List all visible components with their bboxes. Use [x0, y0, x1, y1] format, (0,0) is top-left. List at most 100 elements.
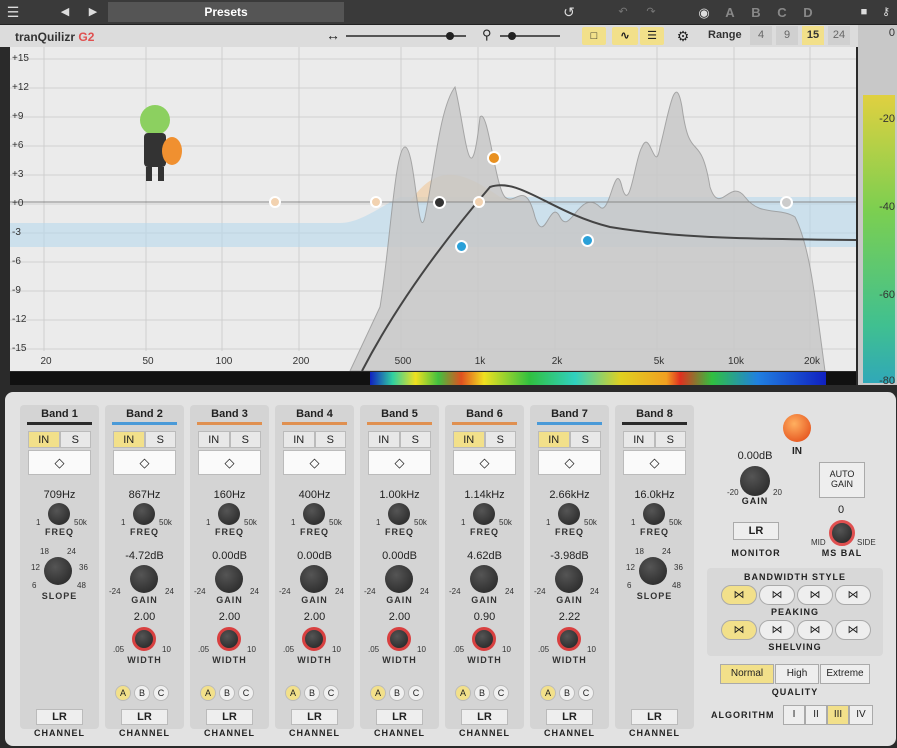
power-in-button[interactable]	[783, 414, 811, 442]
horizontal-zoom-slider[interactable]	[346, 32, 466, 40]
peaking-style-1[interactable]: ⋈	[721, 585, 757, 605]
range-9[interactable]: 9	[776, 26, 798, 45]
band8-node[interactable]	[780, 196, 793, 209]
band-in-button[interactable]: IN	[283, 431, 315, 448]
band1-node[interactable]	[433, 196, 446, 209]
band-in-button[interactable]: IN	[113, 431, 145, 448]
filter-type-selector[interactable]: ◇	[198, 450, 261, 475]
channel-button[interactable]: LR	[121, 709, 168, 725]
band-in-button[interactable]: IN	[28, 431, 60, 448]
prev-preset-icon[interactable]: ◀	[58, 0, 72, 25]
quality-normal[interactable]: Normal	[720, 664, 774, 684]
width-knob[interactable]	[302, 627, 326, 651]
filter-type-selector[interactable]: ◇	[28, 450, 91, 475]
band-in-button[interactable]: IN	[538, 431, 570, 448]
width-knob[interactable]	[472, 627, 496, 651]
filter-type-selector[interactable]: ◇	[538, 450, 601, 475]
freq-knob[interactable]	[473, 503, 495, 525]
algorithm-iii[interactable]: III	[827, 705, 849, 725]
band-in-button[interactable]: IN	[453, 431, 485, 448]
filter-type-selector[interactable]: ◇	[283, 450, 346, 475]
slope-knob[interactable]	[44, 557, 72, 585]
abc-b[interactable]: B	[559, 685, 575, 701]
gain-knob[interactable]	[385, 565, 413, 593]
freq-knob[interactable]	[218, 503, 240, 525]
channel-button[interactable]: LR	[461, 709, 508, 725]
snapshot-a[interactable]: A	[722, 0, 738, 25]
abc-c[interactable]: C	[153, 685, 169, 701]
band-solo-button[interactable]: S	[314, 431, 346, 448]
filter-type-selector[interactable]: ◇	[368, 450, 431, 475]
width-knob[interactable]	[387, 627, 411, 651]
quality-extreme[interactable]: Extreme	[820, 664, 870, 684]
eq-graph[interactable]: +15 +12 +9 +6 +3 +0 -3 -6 -9 -12 -15 20 50 100 200 500…	[10, 47, 856, 371]
freq-knob[interactable]	[133, 503, 155, 525]
snapshot-d[interactable]: D	[800, 0, 816, 25]
abc-a[interactable]: A	[540, 685, 556, 701]
band2-node[interactable]	[455, 240, 468, 253]
shelving-style-4[interactable]: ⋈	[835, 620, 871, 640]
redo-icon[interactable]: ↷	[642, 0, 660, 25]
algorithm-iv[interactable]: IV	[849, 705, 873, 725]
freq-knob[interactable]	[303, 503, 325, 525]
channel-button[interactable]: LR	[546, 709, 593, 725]
next-preset-icon[interactable]: ▶	[86, 0, 100, 25]
shelving-style-1[interactable]: ⋈	[721, 620, 757, 640]
band-solo-button[interactable]: S	[59, 431, 91, 448]
spectrum-icon[interactable]: ∿	[612, 27, 638, 45]
peaking-style-3[interactable]: ⋈	[797, 585, 833, 605]
band-in-button[interactable]: IN	[623, 431, 655, 448]
width-knob[interactable]	[557, 627, 581, 651]
vertical-zoom-slider[interactable]	[500, 32, 560, 40]
reset-icon[interactable]: ↺	[560, 0, 578, 25]
band-solo-button[interactable]: S	[654, 431, 686, 448]
range-24[interactable]: 24	[828, 26, 850, 45]
channel-button[interactable]: LR	[376, 709, 423, 725]
width-knob[interactable]	[217, 627, 241, 651]
algorithm-i[interactable]: I	[783, 705, 805, 725]
band-solo-button[interactable]: S	[569, 431, 601, 448]
filter-type-selector[interactable]: ◇	[113, 450, 176, 475]
abc-c[interactable]: C	[493, 685, 509, 701]
freq-knob[interactable]	[388, 503, 410, 525]
abc-b[interactable]: B	[474, 685, 490, 701]
abc-b[interactable]: B	[134, 685, 150, 701]
band-solo-button[interactable]: S	[484, 431, 516, 448]
abc-c[interactable]: C	[578, 685, 594, 701]
gain-knob[interactable]	[555, 565, 583, 593]
channel-button[interactable]: LR	[206, 709, 253, 725]
bars-icon[interactable]: ☰	[640, 27, 664, 45]
snapshot-b[interactable]: B	[748, 0, 764, 25]
channel-button[interactable]: LR	[631, 709, 678, 725]
abc-b[interactable]: B	[389, 685, 405, 701]
abc-a[interactable]: A	[370, 685, 386, 701]
shelving-style-3[interactable]: ⋈	[797, 620, 833, 640]
ms-balance-knob[interactable]	[829, 520, 855, 546]
freq-knob[interactable]	[48, 503, 70, 525]
speech-bubble-icon[interactable]: □	[582, 27, 606, 45]
slope-knob[interactable]	[639, 557, 667, 585]
filter-type-selector[interactable]: ◇	[623, 450, 686, 475]
shelving-style-2[interactable]: ⋈	[759, 620, 795, 640]
band4-node[interactable]	[370, 196, 382, 208]
abc-b[interactable]: B	[219, 685, 235, 701]
freq-knob[interactable]	[558, 503, 580, 525]
band-in-button[interactable]: IN	[368, 431, 400, 448]
monitor-button[interactable]: LR	[733, 522, 779, 540]
algorithm-ii[interactable]: II	[805, 705, 827, 725]
snapshot-c[interactable]: C	[774, 0, 790, 25]
gear-icon[interactable]: ⚙	[672, 27, 694, 45]
band-in-button[interactable]: IN	[198, 431, 230, 448]
auto-gain-button[interactable]: AUTO GAIN	[819, 462, 865, 498]
band-solo-button[interactable]: S	[229, 431, 261, 448]
range-15[interactable]: 15	[802, 26, 824, 45]
peaking-style-4[interactable]: ⋈	[835, 585, 871, 605]
gain-knob[interactable]	[300, 565, 328, 593]
band-solo-button[interactable]: S	[399, 431, 431, 448]
undo-icon[interactable]: ↶	[614, 0, 632, 25]
band6-node[interactable]	[487, 151, 501, 165]
abc-b[interactable]: B	[304, 685, 320, 701]
presets-button[interactable]: Presets	[108, 2, 344, 22]
abc-a[interactable]: A	[115, 685, 131, 701]
range-4[interactable]: 4	[750, 26, 772, 45]
